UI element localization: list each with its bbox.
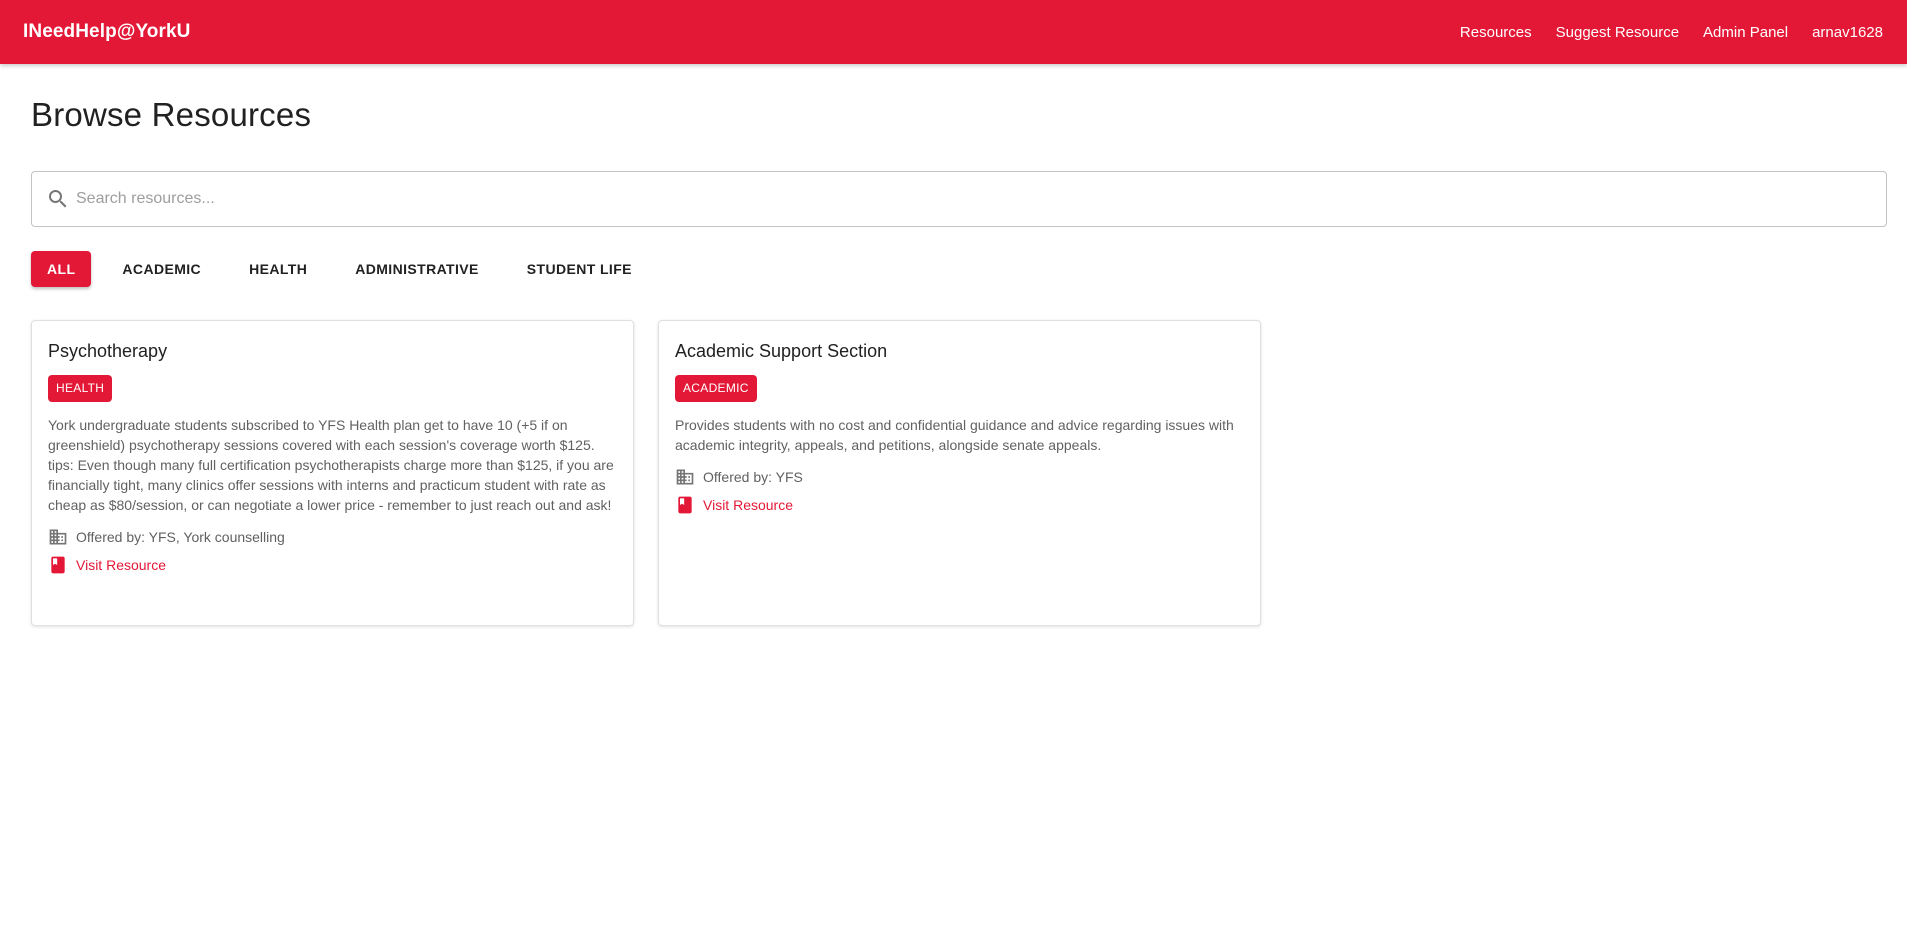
filter-academic-button[interactable]: ACADEMIC	[105, 251, 218, 287]
nav-user-account[interactable]: arnav1628	[1812, 24, 1883, 41]
offered-by-row: Offered by: YFS	[675, 465, 1244, 489]
building-icon	[49, 529, 67, 545]
offered-by-text: Offered by: YFS, York counselling	[76, 529, 285, 545]
resource-card: Academic Support Section ACADEMIC Provid…	[658, 320, 1261, 626]
offered-by-row: Offered by: YFS, York counselling	[48, 525, 617, 549]
book-icon	[678, 496, 692, 514]
category-badge: HEALTH	[48, 375, 113, 402]
visit-resource-label[interactable]: Visit Resource	[76, 557, 166, 573]
category-badge: ACADEMIC	[675, 375, 757, 402]
visit-resource-link[interactable]: Visit Resource	[675, 493, 1244, 517]
search-icon	[49, 190, 67, 208]
app-bar: INeedHelp@YorkU Resources Suggest Resour…	[0, 0, 1907, 64]
resource-title: Psychotherapy	[48, 341, 168, 361]
resource-description: York undergraduate students subscribed t…	[48, 417, 614, 513]
filter-student-life-button[interactable]: STUDENT LIFE	[510, 251, 649, 287]
page-title: Browse Resources	[31, 96, 312, 133]
nav-resources[interactable]: Resources	[1460, 24, 1532, 41]
resource-list: Psychotherapy HEALTH York undergraduate …	[31, 320, 1887, 626]
filter-administrative-button[interactable]: ADMINISTRATIVE	[338, 251, 496, 287]
book-icon	[51, 556, 65, 574]
search-input[interactable]	[76, 190, 1886, 208]
main-content: Browse Resources ALL ACADEMIC HEALTH ADM…	[0, 96, 1907, 626]
top-nav: Resources Suggest Resource Admin Panel a…	[1436, 24, 1883, 41]
category-filters: ALL ACADEMIC HEALTH ADMINISTRATIVE STUDE…	[31, 251, 1887, 287]
brand-logo[interactable]: INeedHelp@YorkU	[23, 21, 191, 43]
filter-health-button[interactable]: HEALTH	[232, 251, 324, 287]
resource-description: Provides students with no cost and confi…	[675, 417, 1234, 453]
search-box[interactable]	[31, 171, 1887, 227]
visit-resource-link[interactable]: Visit Resource	[48, 553, 617, 577]
nav-suggest-resource[interactable]: Suggest Resource	[1556, 24, 1679, 41]
resource-card: Psychotherapy HEALTH York undergraduate …	[31, 320, 634, 626]
filter-all-button[interactable]: ALL	[31, 251, 92, 287]
offered-by-text: Offered by: YFS	[703, 469, 803, 485]
resource-title: Academic Support Section	[675, 341, 888, 361]
nav-admin-panel[interactable]: Admin Panel	[1703, 24, 1788, 41]
building-icon	[676, 469, 694, 485]
visit-resource-label[interactable]: Visit Resource	[703, 497, 793, 513]
